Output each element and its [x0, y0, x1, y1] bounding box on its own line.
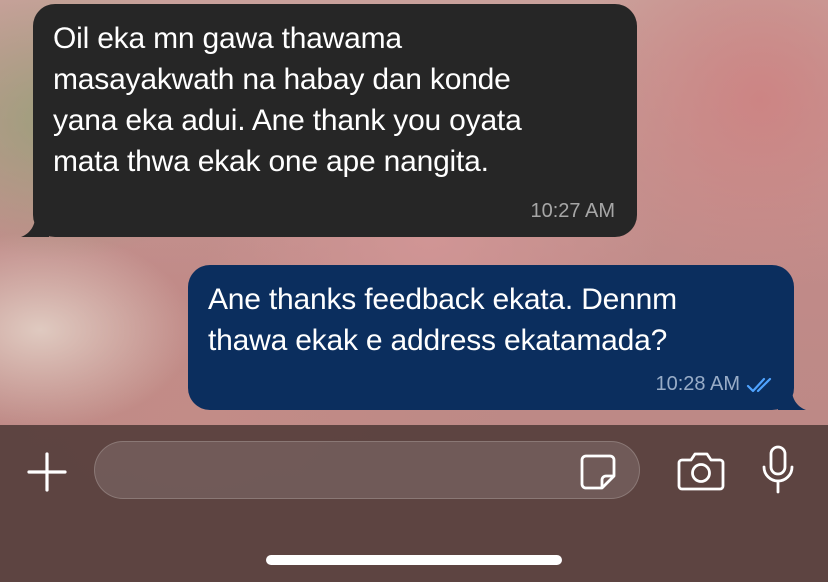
outgoing-message-bubble[interactable]: Ane thanks feedback ekata. Dennm thawa e… — [188, 265, 794, 410]
home-indicator[interactable] — [266, 555, 562, 565]
incoming-message-time: 10:27 AM — [530, 200, 615, 222]
outgoing-message-meta: 10:28 AM — [655, 373, 776, 396]
outgoing-message-text: Ane thanks feedback ekata. Dennm thawa e… — [208, 283, 677, 357]
incoming-message-text: Oil eka mn gawa thawama masayakwath na h… — [53, 22, 522, 178]
incoming-message-meta: 10:27 AM — [530, 200, 615, 223]
message-input[interactable] — [94, 441, 640, 499]
incoming-message-bubble[interactable]: Oil eka mn gawa thawama masayakwath na h… — [33, 4, 637, 237]
double-check-icon — [746, 376, 776, 394]
plus-icon[interactable] — [25, 450, 69, 494]
sticker-icon[interactable] — [578, 452, 618, 492]
outgoing-message-time: 10:28 AM — [655, 373, 740, 395]
chat-screen: Oil eka mn gawa thawama masayakwath na h… — [0, 0, 828, 582]
microphone-icon[interactable] — [760, 444, 796, 496]
camera-icon[interactable] — [676, 450, 726, 492]
